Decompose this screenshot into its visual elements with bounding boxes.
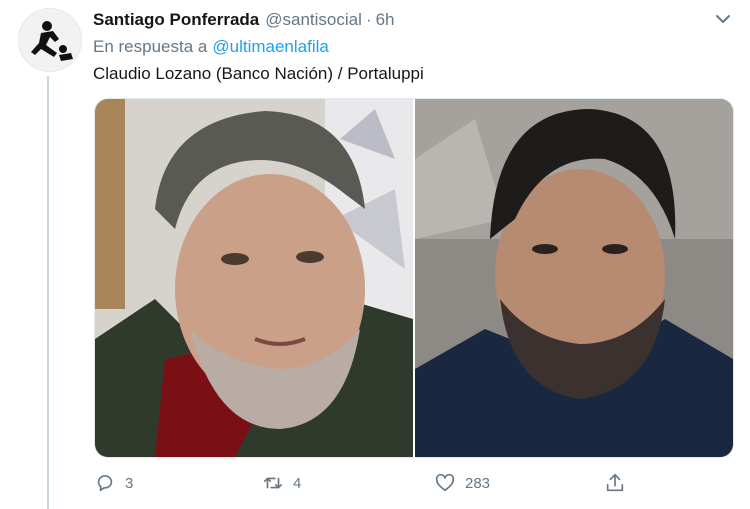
tweet-actions: 3 4 283 [94, 470, 734, 496]
reply-mention-link[interactable]: @ultimaenlafila [212, 37, 328, 56]
like-button[interactable]: 283 [434, 470, 490, 496]
reply-button[interactable]: 3 [94, 470, 133, 496]
reply-icon [97, 475, 113, 492]
chevron-down-icon [716, 15, 730, 23]
avatar[interactable] [18, 8, 82, 72]
tweet-text: Claudio Lozano (Banco Nación) / Portalup… [93, 64, 424, 83]
retweet-count: 4 [293, 474, 302, 492]
reply-context: En respuesta a @ultimaenlafila [93, 37, 329, 57]
thread-line [47, 76, 49, 509]
photo-left[interactable] [95, 99, 413, 457]
share-button[interactable] [604, 470, 626, 496]
avatar-logo-icon [19, 9, 81, 71]
reply-count: 3 [125, 474, 134, 492]
like-count: 283 [465, 474, 491, 492]
reply-prefix: En respuesta a [93, 37, 208, 56]
author-handle[interactable]: @santisocial [265, 10, 362, 30]
portrait-image-right [415, 99, 733, 457]
retweet-icon [263, 477, 283, 489]
tweet-header: Santiago Ponferrada @santisocial · 6h [93, 10, 395, 32]
photo-right[interactable] [415, 99, 733, 457]
share-icon [606, 473, 624, 492]
heart-icon [435, 473, 455, 492]
separator: · [365, 10, 372, 29]
tweet-time[interactable]: 6h [376, 10, 395, 30]
tweet-media[interactable] [94, 98, 734, 458]
portrait-image-left [95, 99, 413, 457]
tweet-menu-button[interactable] [712, 10, 734, 28]
retweet-button[interactable]: 4 [262, 470, 301, 496]
author-name[interactable]: Santiago Ponferrada [93, 10, 259, 30]
